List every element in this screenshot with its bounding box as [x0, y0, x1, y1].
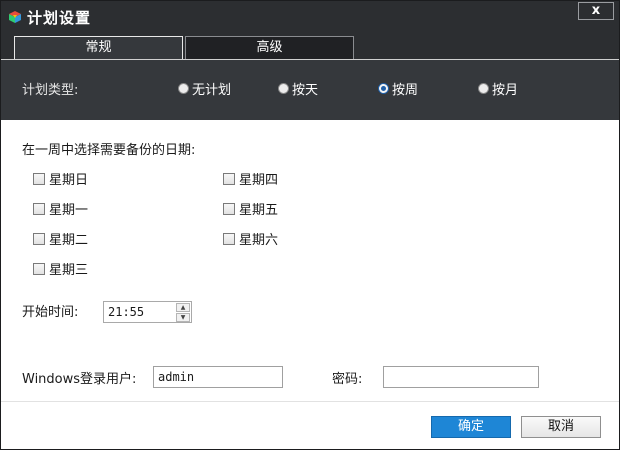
radio-label: 按天	[292, 83, 319, 98]
plan-type-label: 计划类型:	[22, 83, 79, 98]
spin-down-icon[interactable]: ▼	[176, 313, 190, 322]
weekday-section-label: 在一周中选择需要备份的日期:	[22, 143, 196, 158]
radio-button-icon[interactable]	[478, 83, 489, 94]
plan-type-panel: 计划类型: 无计划 按天 按周 按月	[1, 59, 619, 120]
checkbox-icon[interactable]	[223, 232, 235, 245]
checkbox-thursday[interactable]: 星期四	[223, 169, 278, 188]
checkbox-sunday[interactable]: 星期日	[33, 169, 88, 188]
tab-bar: 常规 高级	[1, 33, 619, 59]
password-input[interactable]	[383, 366, 539, 388]
start-time-label: 开始时间:	[22, 305, 79, 320]
checkbox-monday[interactable]: 星期一	[33, 199, 88, 218]
windows-user-label: Windows登录用户:	[22, 372, 137, 387]
checkbox-tuesday[interactable]: 星期二	[33, 229, 88, 248]
checkbox-label: 星期日	[49, 173, 89, 188]
checkbox-icon[interactable]	[33, 172, 45, 185]
checkbox-icon[interactable]	[33, 262, 45, 275]
spin-up-icon[interactable]: ▲	[176, 303, 190, 312]
cancel-button[interactable]: 取消	[521, 416, 601, 438]
windows-user-input[interactable]: admin	[153, 366, 283, 388]
checkbox-label: 星期二	[49, 233, 89, 248]
radio-label: 按月	[492, 83, 519, 98]
radio-button-icon[interactable]	[178, 83, 189, 94]
start-time-spinbox[interactable]: 21:55 ▲ ▼	[103, 301, 192, 323]
checkbox-label: 星期四	[239, 173, 279, 188]
checkbox-label: 星期五	[239, 203, 279, 218]
radio-button-checked-icon[interactable]	[378, 83, 389, 94]
plan-settings-dialog: 计划设置 x 常规 高级 计划类型: 无计划 按天 按周 按月 在一周中选择需要…	[0, 0, 620, 450]
start-time-value[interactable]: 21:55	[108, 305, 144, 319]
tab-advanced[interactable]: 高级	[185, 36, 354, 59]
checkbox-label: 星期六	[239, 233, 279, 248]
radio-label: 按周	[392, 83, 419, 98]
radio-no-plan[interactable]: 无计划	[178, 79, 231, 98]
radio-button-icon[interactable]	[278, 83, 289, 94]
checkbox-friday[interactable]: 星期五	[223, 199, 278, 218]
tab-general[interactable]: 常规	[14, 36, 183, 59]
checkbox-icon[interactable]	[223, 202, 235, 215]
radio-daily[interactable]: 按天	[278, 79, 318, 98]
password-label: 密码:	[332, 372, 363, 387]
footer-divider	[1, 401, 619, 402]
checkbox-label: 星期一	[49, 203, 89, 218]
checkbox-icon[interactable]	[223, 172, 235, 185]
checkbox-saturday[interactable]: 星期六	[223, 229, 278, 248]
checkbox-wednesday[interactable]: 星期三	[33, 259, 88, 278]
radio-label: 无计划	[192, 83, 232, 98]
checkbox-icon[interactable]	[33, 232, 45, 245]
title-bar: 计划设置 x	[1, 1, 619, 33]
ok-button[interactable]: 确定	[431, 416, 511, 438]
app-logo-icon	[9, 11, 21, 23]
checkbox-icon[interactable]	[33, 202, 45, 215]
checkbox-label: 星期三	[49, 263, 89, 278]
close-button[interactable]: x	[578, 2, 614, 20]
window-title: 计划设置	[27, 9, 92, 27]
radio-monthly[interactable]: 按月	[478, 79, 518, 98]
radio-weekly[interactable]: 按周	[378, 79, 418, 98]
